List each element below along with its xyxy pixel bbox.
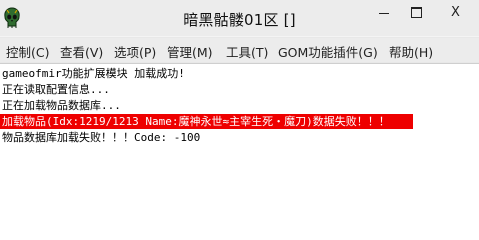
maximize-button[interactable] xyxy=(400,0,432,24)
menu-help[interactable]: 帮助(H) xyxy=(389,42,433,61)
menu-gom-plugins[interactable]: GOM功能插件(G) xyxy=(278,42,378,61)
close-button[interactable]: X xyxy=(432,0,479,24)
minimize-button[interactable] xyxy=(368,0,400,24)
menu-bar: 控制(C) 查看(V) 选项(P) 管理(M) 工具(T) GOM功能插件(G)… xyxy=(0,38,479,62)
close-icon: X xyxy=(451,4,460,20)
log-line: 正在读取配置信息... xyxy=(2,83,110,96)
title-bar[interactable]: 暗黑骷髅01区 [] X xyxy=(0,0,479,37)
menu-options[interactable]: 选项(P) xyxy=(114,42,156,61)
log-line-error: 物品数据库加载失败！！！Code: -100 xyxy=(2,131,201,144)
menu-manage[interactable]: 管理(M) xyxy=(167,42,213,61)
log-panel[interactable]: gameofmir功能扩展模块 加载成功! 正在读取配置信息... 正在加载物品… xyxy=(0,63,479,227)
menu-control[interactable]: 控制(C) xyxy=(6,42,49,61)
menu-view[interactable]: 查看(V) xyxy=(60,42,103,61)
minimize-icon xyxy=(379,12,389,14)
maximize-icon xyxy=(410,6,422,18)
log-line: gameofmir功能扩展模块 加载成功! xyxy=(2,67,185,80)
app-window: 暗黑骷髅01区 [] X 控制(C) 查看(V) 选项(P) 管理(M) 工具(… xyxy=(0,0,479,227)
log-line: 正在加载物品数据库... xyxy=(2,99,121,112)
menu-tools[interactable]: 工具(T) xyxy=(226,42,268,61)
log-line-error-highlighted: 加载物品(Idx:1219/1213 Name:魔神永世≈主宰生死・魔刀)数据失… xyxy=(0,114,413,129)
